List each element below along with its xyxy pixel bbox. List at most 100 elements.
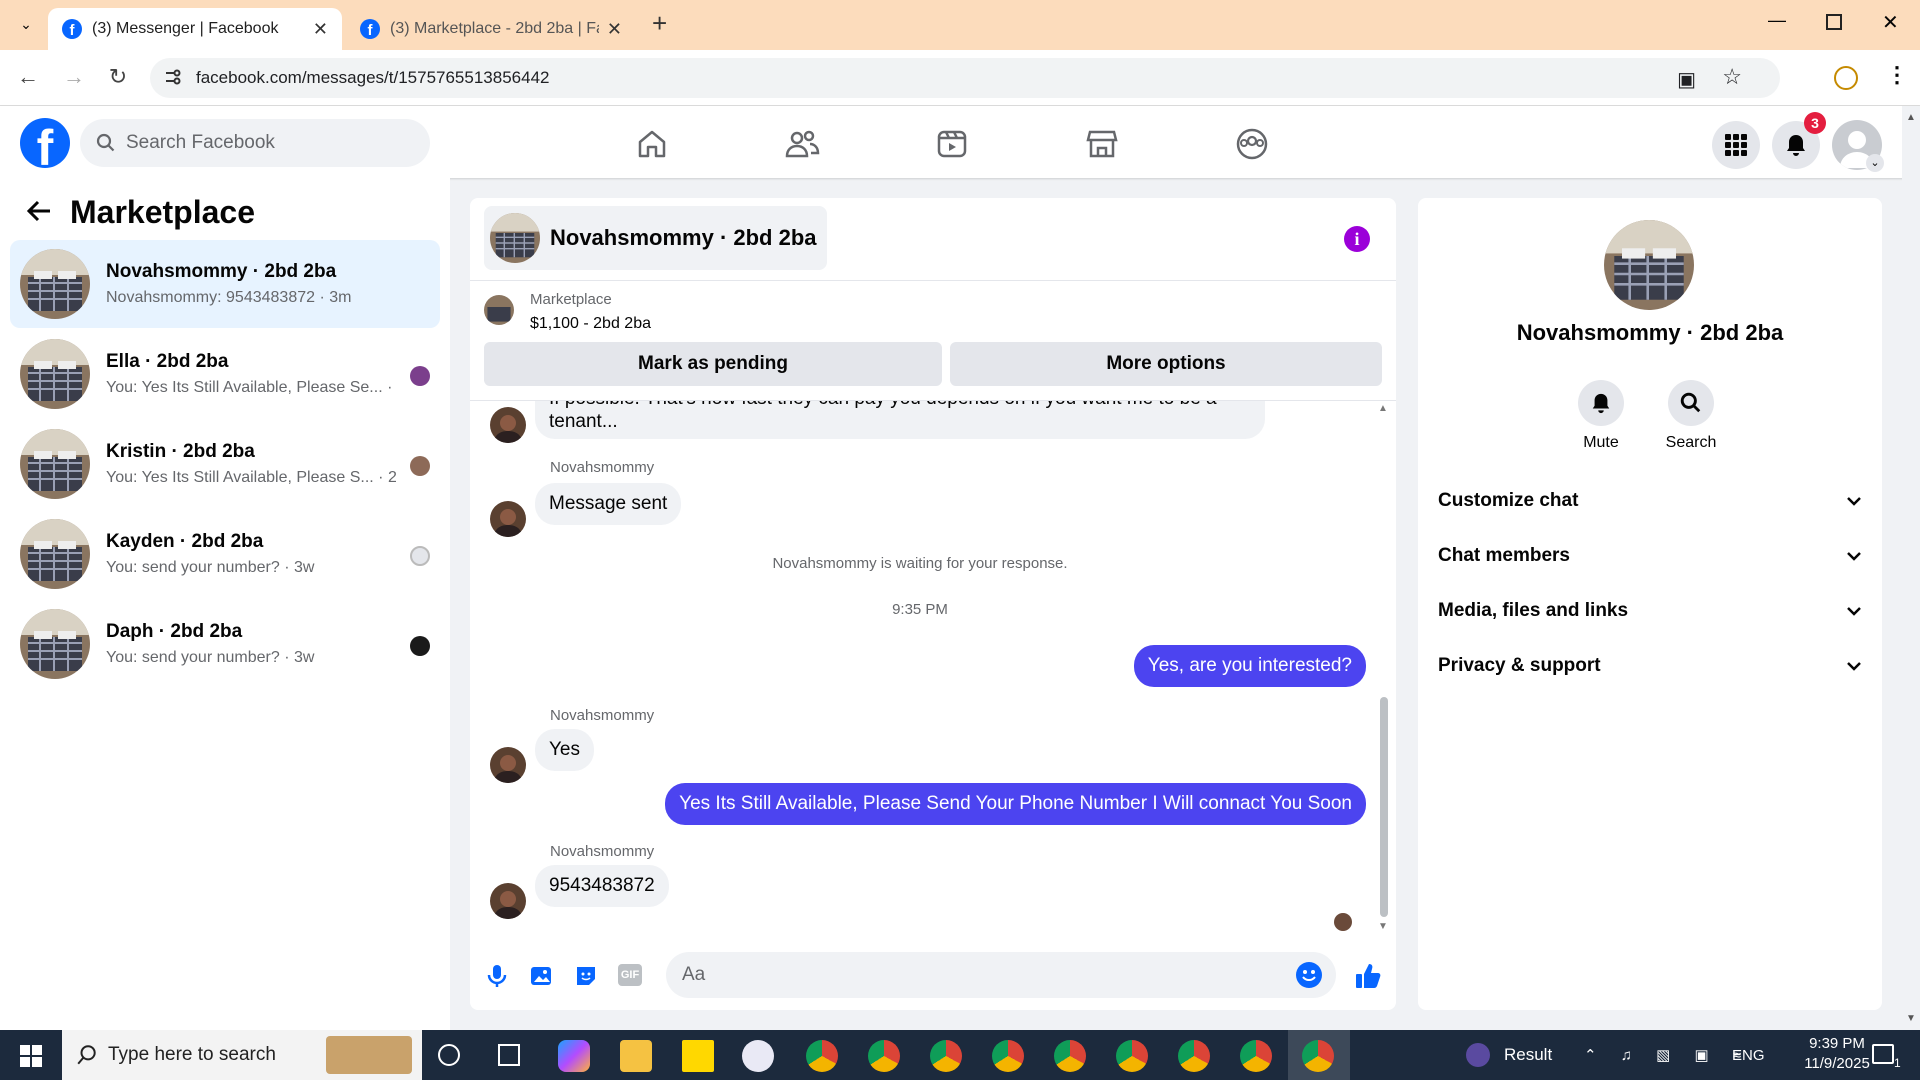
message-bubble-partial[interactable]: If possible. That's how fast they can pa… xyxy=(535,401,1265,439)
microphone-icon[interactable] xyxy=(486,964,508,988)
message-bubble-outgoing[interactable]: Yes, are you interested? xyxy=(1133,645,1366,687)
back-icon[interactable]: ← xyxy=(14,64,42,92)
bookmark-star-icon[interactable]: ☆ xyxy=(1722,64,1742,90)
facebook-logo[interactable]: f xyxy=(20,118,70,168)
chat-members-section[interactable]: Chat members xyxy=(1438,545,1862,567)
home-icon[interactable] xyxy=(632,124,672,164)
notification-center-icon[interactable] xyxy=(1872,1044,1894,1064)
info-icon[interactable]: i xyxy=(1344,226,1370,252)
chrome-icon[interactable] xyxy=(1178,1040,1210,1072)
profile-avatar[interactable] xyxy=(1604,220,1694,310)
message-bubble[interactable]: 9543483872 xyxy=(535,865,669,907)
video-icon[interactable] xyxy=(932,124,972,164)
new-tab-button[interactable]: + xyxy=(652,8,667,39)
close-window-button[interactable]: ✕ xyxy=(1882,10,1899,35)
task-view-icon[interactable] xyxy=(438,1044,460,1066)
profile-icon[interactable] xyxy=(1834,66,1858,90)
active-app-highlight[interactable] xyxy=(1288,1030,1350,1080)
language-indicator[interactable]: ENG xyxy=(1732,1030,1765,1080)
reload-icon[interactable]: ↻ xyxy=(104,64,132,92)
emoji-icon[interactable] xyxy=(1296,962,1322,988)
chrome-icon[interactable] xyxy=(1240,1040,1272,1072)
forward-icon[interactable]: → xyxy=(60,64,88,92)
search-conversation-button[interactable]: Search xyxy=(1646,380,1736,452)
close-tab-icon[interactable]: ✕ xyxy=(607,19,622,40)
more-options-button[interactable]: More options xyxy=(950,342,1382,386)
read-receipt-avatar xyxy=(410,636,430,656)
message-bubble-outgoing[interactable]: Yes Its Still Available, Please Send You… xyxy=(665,783,1366,825)
tab-marketplace[interactable]: f (3) Marketplace - 2bd 2ba | Fac ✕ xyxy=(346,8,636,50)
message-bubble[interactable]: Yes xyxy=(535,729,594,771)
result-icon xyxy=(1466,1043,1490,1067)
conversation-item[interactable]: Kristin · 2bd 2ba You: Yes Its Still Ava… xyxy=(10,420,440,508)
chrome-icon[interactable] xyxy=(930,1040,962,1072)
mute-button[interactable]: Mute xyxy=(1556,380,1646,452)
windows-taskbar: Type here to search Result ⌃ ♫ ▧ ▣ ≈ ENG… xyxy=(0,1030,1920,1080)
chrome-icon[interactable] xyxy=(868,1040,900,1072)
restore-button[interactable] xyxy=(1826,14,1842,30)
message-bubble[interactable]: Message sent xyxy=(535,483,682,525)
scroll-down-arrow[interactable]: ▼ xyxy=(1906,1013,1916,1024)
photo-icon[interactable] xyxy=(530,964,554,988)
scroll-up-arrow[interactable]: ▲ xyxy=(1378,403,1388,414)
chat-header[interactable]: Novahsmommy · 2bd 2ba xyxy=(484,206,827,270)
system-tray-icons[interactable]: ⌃ ♫ ▧ ▣ ≈ xyxy=(1584,1030,1751,1080)
chevron-down-icon xyxy=(1846,551,1862,561)
account-chevron-icon[interactable]: ⌄ xyxy=(1866,154,1884,172)
sender-avatar xyxy=(490,883,526,919)
conversation-item[interactable]: Kayden · 2bd 2ba You: send your number? … xyxy=(10,510,440,598)
sticker-icon[interactable] xyxy=(574,964,598,988)
windows-start-icon[interactable] xyxy=(20,1045,42,1067)
conversation-item[interactable]: Ella · 2bd 2ba You: Yes Its Still Availa… xyxy=(10,330,440,418)
listing-banner[interactable]: Marketplace $1,100 - 2bd 2ba xyxy=(470,280,1396,332)
facebook-search-input[interactable]: Search Facebook xyxy=(80,119,430,167)
install-app-icon[interactable]: ▣ xyxy=(1677,67,1696,92)
search-icon xyxy=(96,133,116,153)
url-bar[interactable]: facebook.com/messages/t/1575765513856442… xyxy=(150,58,1780,98)
browser-menu-icon[interactable]: ⋮ xyxy=(1886,62,1908,88)
tab-messenger[interactable]: f (3) Messenger | Facebook ✕ xyxy=(48,8,342,50)
file-explorer-icon[interactable] xyxy=(620,1040,652,1072)
read-receipt-avatar xyxy=(410,546,430,566)
mark-as-pending-button[interactable]: Mark as pending xyxy=(484,342,942,386)
site-info-icon[interactable] xyxy=(164,68,182,86)
customize-chat-section[interactable]: Customize chat xyxy=(1438,490,1862,512)
chrome-icon[interactable] xyxy=(1116,1040,1148,1072)
conversation-sidebar: Marketplace Novahsmommy · 2bd 2ba Novahs… xyxy=(0,178,450,1030)
menu-grid-button[interactable] xyxy=(1712,121,1760,169)
minimize-button[interactable]: — xyxy=(1768,10,1786,31)
tab-list-dropdown[interactable]: ⌄ xyxy=(14,12,38,36)
copilot-icon[interactable] xyxy=(558,1040,590,1072)
paint-icon[interactable] xyxy=(742,1040,774,1072)
chrome-icon[interactable] xyxy=(992,1040,1024,1072)
weather-widget[interactable]: Result xyxy=(1466,1030,1552,1080)
groups-icon[interactable] xyxy=(1232,124,1272,164)
message-scrollbar-thumb[interactable] xyxy=(1380,697,1388,917)
friends-icon[interactable] xyxy=(782,124,822,164)
scroll-down-arrow[interactable]: ▼ xyxy=(1378,921,1388,932)
privacy-support-section[interactable]: Privacy & support xyxy=(1438,655,1862,677)
listing-price: $1,100 - 2bd 2ba xyxy=(530,315,651,332)
notification-center-count: 1 xyxy=(1894,1056,1901,1070)
read-receipt-avatar xyxy=(410,366,430,386)
conversation-item[interactable]: Novahsmommy · 2bd 2ba Novahsmommy: 95434… xyxy=(10,240,440,328)
widgets-icon[interactable] xyxy=(498,1044,520,1066)
chrome-icon[interactable] xyxy=(806,1040,838,1072)
listing-small-thumbnail xyxy=(484,295,514,325)
chevron-down-icon xyxy=(1846,606,1862,616)
thumbs-up-icon[interactable] xyxy=(1354,962,1382,990)
marketplace-icon[interactable] xyxy=(1082,124,1122,164)
gif-icon[interactable]: GIF xyxy=(618,964,642,986)
sticky-notes-icon[interactable] xyxy=(682,1040,714,1072)
chat-avatar xyxy=(490,213,540,263)
conversation-item[interactable]: Daph · 2bd 2ba You: send your number? · … xyxy=(10,600,440,688)
page-scrollbar[interactable]: ▲ ▼ xyxy=(1902,106,1920,1030)
message-input[interactable]: Aa xyxy=(666,952,1336,998)
close-tab-icon[interactable]: ✕ xyxy=(313,19,328,40)
scroll-up-arrow[interactable]: ▲ xyxy=(1906,112,1916,123)
chrome-icon[interactable] xyxy=(1054,1040,1086,1072)
back-arrow-icon[interactable] xyxy=(26,198,52,224)
taskbar-search-input[interactable]: Type here to search xyxy=(62,1030,422,1080)
media-files-links-section[interactable]: Media, files and links xyxy=(1438,600,1862,622)
search-highlight-image xyxy=(326,1036,412,1074)
